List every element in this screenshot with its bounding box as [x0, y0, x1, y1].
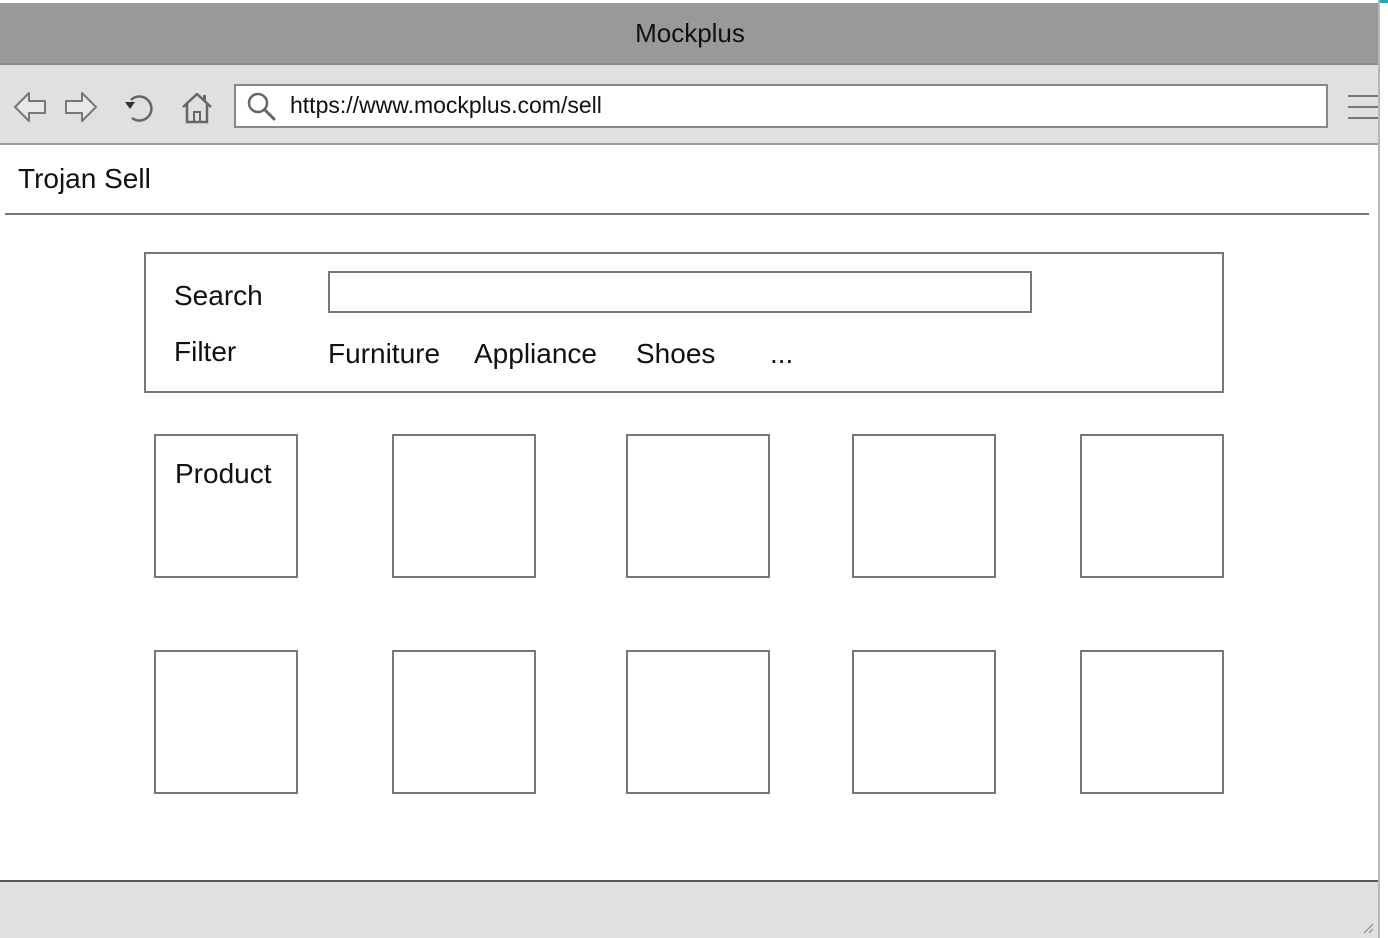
search-filter-panel: Search Filter Furniture Appliance Shoes …: [144, 252, 1224, 393]
product-card[interactable]: [154, 650, 298, 794]
filter-option-more[interactable]: ...: [770, 338, 793, 370]
product-card[interactable]: [1080, 650, 1224, 794]
product-card[interactable]: [392, 434, 536, 578]
product-card[interactable]: [626, 434, 770, 578]
filter-option-appliance[interactable]: Appliance: [474, 338, 597, 370]
resize-grip-icon[interactable]: [1360, 920, 1374, 934]
filter-option-shoes[interactable]: Shoes: [636, 338, 715, 370]
forward-arrow-icon[interactable]: [63, 89, 99, 125]
search-input[interactable]: [328, 271, 1032, 313]
back-arrow-icon[interactable]: [12, 89, 48, 125]
product-card[interactable]: [626, 650, 770, 794]
filter-option-furniture[interactable]: Furniture: [328, 338, 440, 370]
product-card[interactable]: [1080, 434, 1224, 578]
browser-window: Mockplus https://www.mockplus.com/sell T…: [0, 0, 1380, 938]
window-titlebar: Mockplus: [0, 3, 1378, 65]
filter-label: Filter: [174, 336, 237, 367]
search-icon: [247, 92, 276, 121]
window-title: Mockplus: [635, 17, 745, 48]
browser-toolbar: https://www.mockplus.com/sell: [0, 65, 1380, 145]
url-bar[interactable]: https://www.mockplus.com/sell: [234, 84, 1328, 128]
search-label: Search: [174, 280, 263, 311]
product-card[interactable]: [392, 650, 536, 794]
reload-icon[interactable]: [122, 89, 158, 125]
url-text: https://www.mockplus.com/sell: [290, 92, 602, 118]
page-content: Trojan Sell Search Filter Furniture Appl…: [0, 145, 1378, 880]
site-title: Trojan Sell: [18, 163, 151, 194]
product-card[interactable]: [852, 650, 996, 794]
header-divider: [5, 213, 1369, 215]
product-card[interactable]: Product: [154, 434, 298, 578]
product-card[interactable]: [852, 434, 996, 578]
product-label: Product: [175, 458, 272, 489]
status-bar: [0, 880, 1378, 938]
hamburger-menu-icon[interactable]: [1346, 93, 1380, 121]
home-icon[interactable]: [179, 89, 215, 125]
